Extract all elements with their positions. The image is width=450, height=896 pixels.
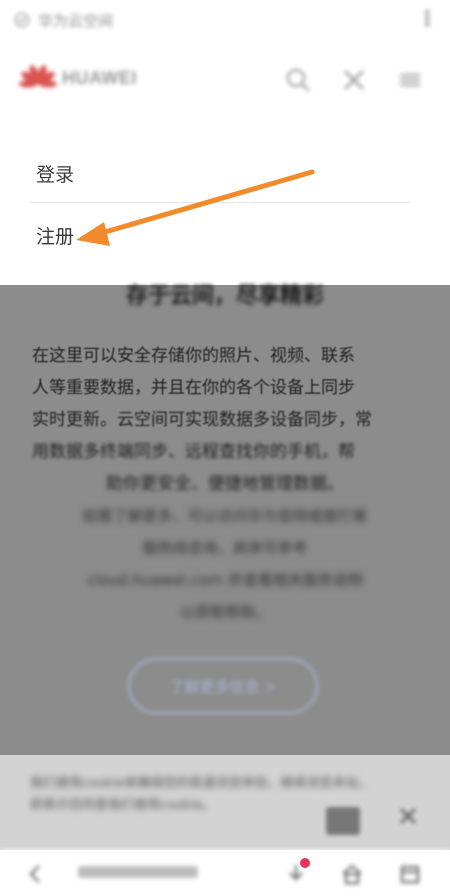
back-icon[interactable] xyxy=(24,862,48,886)
browser-bottom-bar xyxy=(0,850,450,896)
address-pill[interactable] xyxy=(78,866,198,878)
notification-badge xyxy=(300,858,310,868)
tabs-icon[interactable] xyxy=(398,862,422,886)
cookie-banner: 我们使用cookie来确保您的高速浏览体验，继续浏览本站，即表示您同意我们使用c… xyxy=(0,755,450,850)
cookie-accept-button[interactable] xyxy=(326,807,360,835)
cookie-close-icon[interactable] xyxy=(398,806,418,826)
home-icon[interactable] xyxy=(340,862,364,886)
